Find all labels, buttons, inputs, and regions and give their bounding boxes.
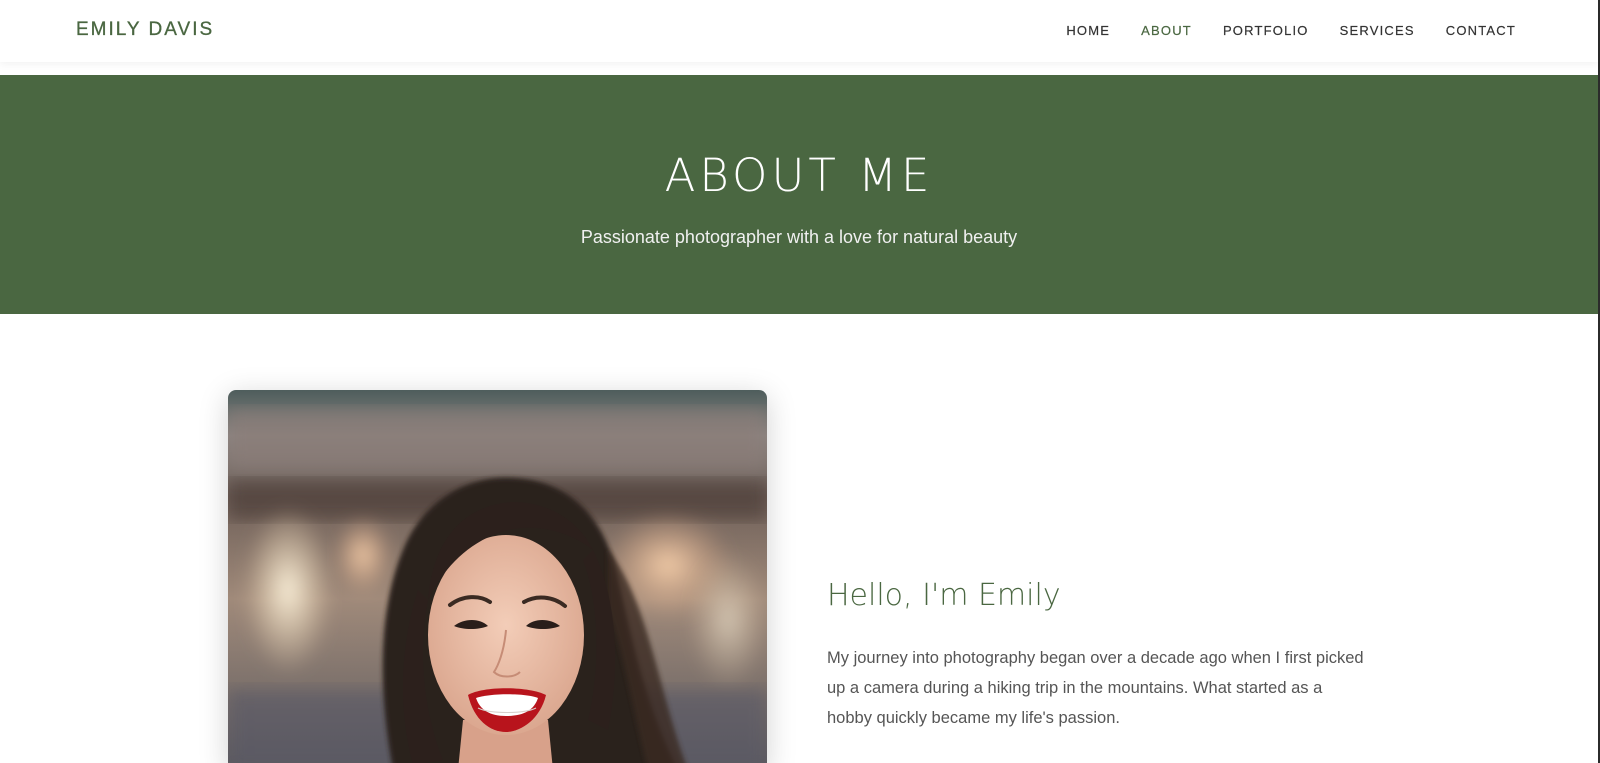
nav-item-about: ABOUT <box>1141 22 1192 40</box>
nav-link-home[interactable]: HOME <box>1066 23 1110 38</box>
portrait-image <box>228 390 767 763</box>
intro-section: Hello, I'm Emily My journey into photogr… <box>827 578 1367 733</box>
nav-link-about[interactable]: ABOUT <box>1141 23 1192 38</box>
portrait-photo <box>228 390 767 763</box>
nav-link-portfolio[interactable]: PORTFOLIO <box>1223 23 1309 38</box>
nav-link-contact[interactable]: CONTACT <box>1446 23 1516 38</box>
nav-item-portfolio: PORTFOLIO <box>1223 22 1309 40</box>
page-subtitle: Passionate photographer with a love for … <box>580 227 1018 247</box>
nav-item-contact: CONTACT <box>1446 22 1516 40</box>
page: EMILY DAVIS HOME ABOUT PORTFOLIO SERVICE… <box>0 0 1600 763</box>
nav-link-services[interactable]: SERVICES <box>1340 23 1415 38</box>
main-nav: HOME ABOUT PORTFOLIO SERVICES CONTACT <box>1066 22 1516 40</box>
nav-item-home: HOME <box>1066 22 1110 40</box>
page-title: ABOUT ME <box>664 149 934 202</box>
site-header: EMILY DAVIS HOME ABOUT PORTFOLIO SERVICE… <box>0 0 1598 62</box>
intro-paragraph: My journey into photography began over a… <box>827 649 1364 727</box>
brand-logo[interactable]: EMILY DAVIS <box>76 19 214 41</box>
intro-heading: Hello, I'm Emily <box>827 578 1061 613</box>
hero-banner: ABOUT ME Passionate photographer with a … <box>0 75 1598 314</box>
nav-item-services: SERVICES <box>1340 22 1415 40</box>
